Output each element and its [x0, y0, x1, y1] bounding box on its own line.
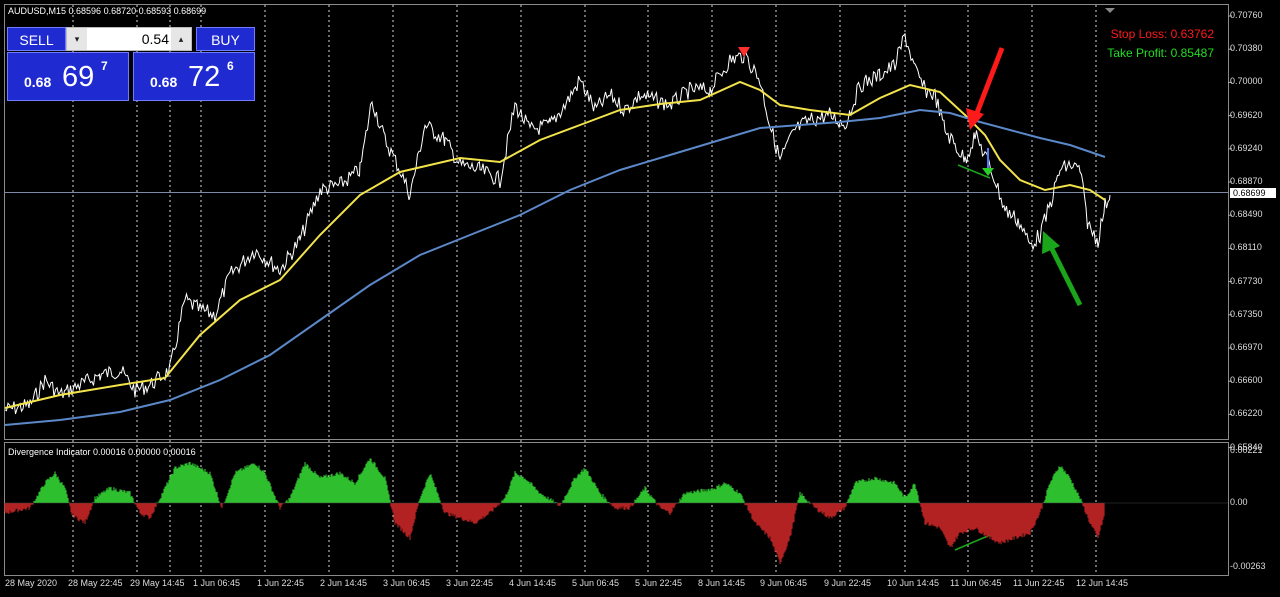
ohlc-label: 0.68596 0.68720 0.68593 0.68699 [68, 6, 207, 16]
time-tick-label: 9 Jun 22:45 [824, 578, 872, 588]
time-tick-label: 8 Jun 14:45 [698, 578, 746, 588]
take-profit-label: Take Profit: 0.85487 [1107, 46, 1214, 60]
indicator-tick-label: 0.00 [1230, 497, 1248, 507]
slow-moving-average [4, 108, 1106, 426]
price-tick-label: 0.69240 [1230, 142, 1263, 153]
indicator-title: Divergence Indicator 0.00016 0.00000 0.0… [8, 447, 196, 457]
stop-loss-label: Stop Loss: 0.63762 [1110, 27, 1214, 41]
time-tick-label: 1 Jun 22:45 [257, 578, 305, 588]
current-price-tag: 0.68699 [1230, 188, 1276, 198]
price-tick-label: 0.66600 [1230, 375, 1263, 386]
sell-signal-arrowhead [966, 108, 984, 130]
price-tick-label: 0.68870 [1230, 176, 1263, 186]
chart-header: AUDUSD,M15 0.68596 0.68720 0.68593 0.686… [8, 6, 206, 16]
buy-price-button[interactable]: 0.68 72 6 [133, 52, 255, 101]
time-tick-label: 9 Jun 06:45 [760, 578, 808, 588]
sell-price-prefix: 0.68 [24, 74, 52, 90]
time-tick-label: 3 Jun 22:45 [446, 578, 494, 588]
lot-size-input[interactable]: 0.54 [89, 28, 169, 50]
time-tick-label: 10 Jun 14:45 [887, 578, 940, 588]
time-tick-label: 11 Jun 22:45 [1013, 578, 1065, 588]
sell-signal-arrow [972, 47, 1005, 119]
time-tick-label: 5 Jun 06:45 [572, 578, 620, 588]
time-tick-label: 3 Jun 06:45 [383, 578, 431, 588]
sell-price-pip: 7 [101, 59, 108, 73]
price-tick-label: 0.68110 [1230, 242, 1262, 253]
time-tick-label: 29 May 14:45 [130, 578, 185, 588]
time-tick-label: 28 May 2020 [5, 578, 58, 588]
one-click-trading-panel: SELL ▾ 0.54 ▴ BUY 0.68 69 7 0.68 72 6 [7, 27, 255, 101]
price-tick-label: 0.67730 [1230, 275, 1263, 286]
buy-price-pip: 6 [227, 59, 234, 73]
increase-lot-button[interactable]: ▴ [171, 28, 191, 50]
time-tick-label: 28 May 22:45 [68, 578, 123, 588]
price-tick-label: 0.68490 [1230, 209, 1263, 220]
time-tick-label: 4 Jun 14:45 [509, 578, 557, 588]
indicator-tick-label: 0.00221 [1230, 445, 1263, 455]
lot-size-stepper[interactable]: ▾ 0.54 ▴ [66, 27, 192, 51]
buy-button[interactable]: BUY [196, 27, 255, 51]
price-tick-label: 0.66970 [1230, 342, 1263, 352]
price-tick-label: 0.70760 [1230, 10, 1263, 20]
time-tick-label: 11 Jun 06:45 [950, 578, 1002, 588]
buy-signal-arrow [1047, 243, 1083, 307]
buy-price-main: 72 [188, 61, 221, 93]
indicator-divergence-line [954, 534, 991, 551]
sell-marker-icon [738, 47, 750, 57]
sell-price-main: 69 [62, 61, 95, 93]
time-tick-label: 1 Jun 06:45 [193, 578, 241, 588]
decrease-lot-button[interactable]: ▾ [67, 28, 87, 50]
indicator-tick-label: -0.00263 [1230, 561, 1266, 571]
symbol-label: AUDUSD,M15 [8, 6, 67, 16]
sell-button[interactable]: SELL [7, 27, 66, 51]
buy-price-prefix: 0.68 [150, 74, 178, 90]
price-tick-label: 0.66220 [1230, 408, 1263, 419]
price-tick-label: 0.69620 [1230, 109, 1263, 120]
price-tick-label: 0.70380 [1230, 43, 1263, 54]
time-tick-label: 5 Jun 22:45 [635, 578, 683, 588]
price-tick-label: 0.70000 [1230, 76, 1263, 87]
time-tick-label: 12 Jun 14:45 [1076, 578, 1129, 588]
price-tick-label: 0.67350 [1230, 308, 1263, 319]
shift-marker-icon [1105, 8, 1115, 13]
time-tick-label: 2 Jun 14:45 [320, 578, 368, 588]
sell-price-button[interactable]: 0.68 69 7 [7, 52, 129, 101]
